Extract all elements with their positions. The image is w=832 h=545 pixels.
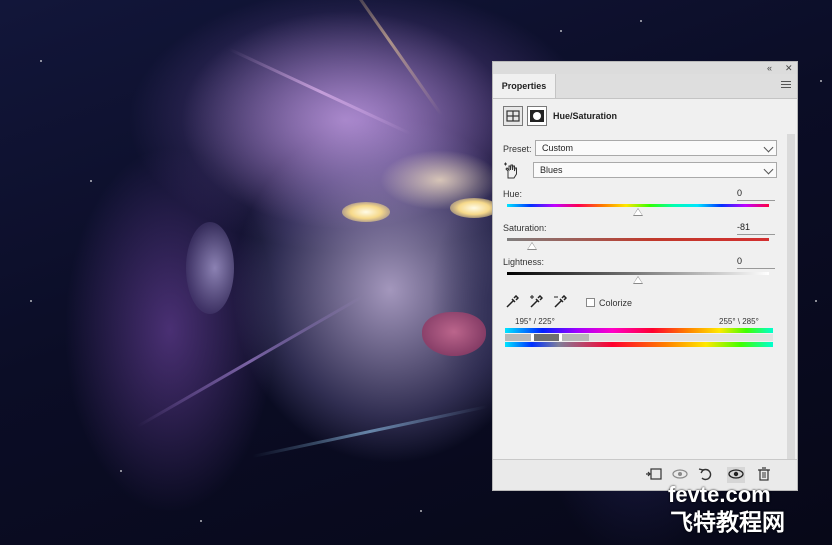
preset-dropdown[interactable]: Custom (535, 140, 777, 156)
lips (422, 312, 486, 356)
range-slider[interactable] (505, 334, 773, 341)
panel-scrollbar[interactable] (787, 134, 795, 480)
panel-menu-icon[interactable] (781, 81, 791, 90)
close-icon[interactable]: ✕ (785, 62, 793, 74)
saturation-slider-thumb[interactable] (526, 242, 537, 250)
preset-value: Custom (542, 143, 574, 153)
channel-value: Blues (540, 165, 563, 175)
panel-titlebar[interactable]: « ✕ (493, 62, 797, 74)
eyedropper-add-icon[interactable] (529, 294, 544, 309)
lightness-slider-thumb[interactable] (633, 276, 643, 284)
glowing-eye-right (450, 198, 498, 218)
range-handle-right[interactable] (559, 334, 562, 341)
light-streak (252, 405, 488, 458)
preset-label: Preset: (503, 144, 532, 154)
range-falloff-right[interactable] (561, 334, 589, 341)
tab-properties[interactable]: Properties (493, 74, 556, 98)
saturation-value-field[interactable]: -81 (737, 220, 775, 235)
lightness-slider-track[interactable] (507, 272, 769, 275)
colorize-label: Colorize (599, 298, 633, 308)
colorize-checkbox[interactable] (586, 298, 595, 307)
star (640, 20, 642, 22)
star (90, 180, 92, 182)
ear (186, 222, 234, 314)
clip-to-layer-icon[interactable] (645, 467, 663, 483)
collapse-panel-icon[interactable]: « (767, 62, 772, 74)
star (40, 60, 42, 62)
eyedropper-icon[interactable] (505, 294, 520, 309)
star (200, 520, 202, 522)
star (560, 30, 562, 32)
adjustment-header: Hue/Saturation (503, 106, 783, 128)
range-handle-left[interactable] (531, 334, 534, 341)
saturation-slider-track[interactable] (507, 238, 769, 241)
hue-value-field[interactable]: 0 (737, 186, 775, 201)
star (120, 470, 122, 472)
visibility-eye-icon[interactable] (727, 467, 745, 483)
star (420, 510, 422, 512)
view-previous-state-icon[interactable] (671, 467, 689, 483)
range-right-readout: 255° \ 285° (719, 317, 759, 326)
star (815, 300, 817, 302)
channel-dropdown[interactable]: Blues (533, 162, 777, 178)
range-core[interactable] (533, 334, 561, 341)
lightness-value-field[interactable]: 0 (737, 254, 775, 269)
trash-icon[interactable] (755, 467, 773, 483)
hue-label: Hue: (503, 189, 523, 199)
range-falloff-left[interactable] (505, 334, 533, 341)
source-color-bar (505, 328, 773, 333)
result-color-bar (505, 342, 773, 347)
layer-mask-icon[interactable] (527, 106, 547, 126)
properties-panel: « ✕ Properties Hue/Saturation Preset: Cu… (492, 61, 798, 491)
saturation-label: Saturation: (503, 223, 547, 233)
watermark-chinese: 飞特教程网 (670, 509, 785, 535)
hue-slider-track[interactable] (507, 204, 769, 207)
eyedropper-subtract-icon[interactable] (553, 294, 568, 309)
targeted-adjustment-hand-icon[interactable] (503, 162, 521, 180)
adjustment-title: Hue/Saturation (553, 111, 618, 121)
adjustment-layer-icon[interactable] (503, 106, 523, 126)
chevron-down-icon (763, 142, 774, 153)
watermark-logo: fevte.com 飞特教程网 (668, 482, 828, 536)
tab-row: Properties (493, 74, 797, 99)
watermark-domain: fevte.com (668, 482, 771, 507)
hue-slider-thumb[interactable] (633, 208, 643, 216)
star (820, 80, 822, 82)
light-streak (136, 295, 364, 428)
lightness-label: Lightness: (503, 257, 545, 267)
reset-icon[interactable] (697, 467, 715, 483)
star (30, 300, 32, 302)
chevron-down-icon (763, 164, 774, 175)
glowing-eye-left (342, 202, 390, 222)
range-left-readout: 195° / 225° (515, 317, 555, 326)
